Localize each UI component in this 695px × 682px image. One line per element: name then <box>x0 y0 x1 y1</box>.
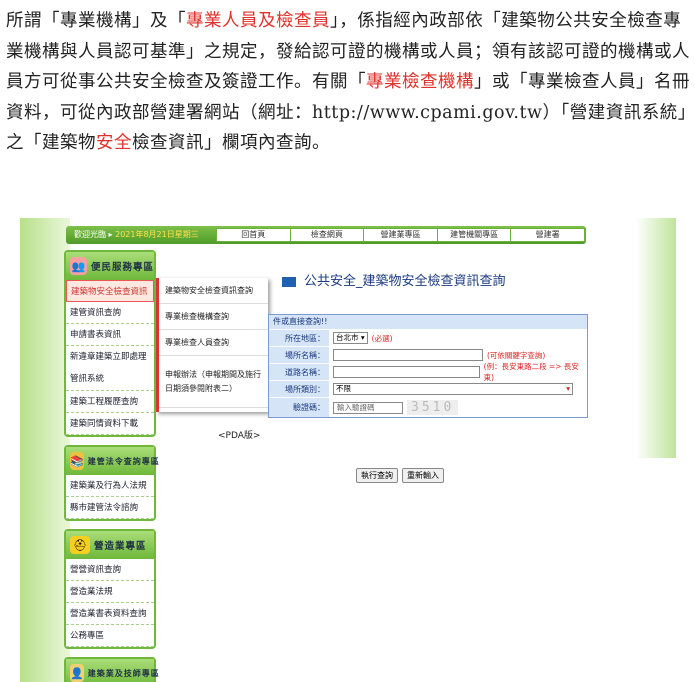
query-form: 件或直接查詢!! 所在地區： 台北市 ▾ (必選) 場所名稱： (可依關鍵字查詢… <box>268 314 588 418</box>
flyout-item-safety-query[interactable]: 建築物安全檢查資訊查詢 <box>159 278 268 304</box>
pda-link[interactable]: <PDA版> <box>218 428 260 441</box>
place-name-input[interactable] <box>333 349 483 361</box>
helmet-icon: ⛑ <box>70 536 90 554</box>
search-button[interactable]: 執行查詢 <box>356 468 398 483</box>
flyout-item-personnel-query[interactable]: 專業檢查人員查詢 <box>159 330 268 356</box>
nav-agency[interactable]: 建管機關專區 <box>438 229 512 241</box>
nav-cpami[interactable]: 營建署 <box>511 229 585 241</box>
keyword-note: (可依關鍵字查詢) <box>487 350 546 360</box>
reset-button[interactable]: 重新輸入 <box>402 468 444 483</box>
sidebar-item-safety-info[interactable]: 建築物安全檢查資訊 <box>66 280 154 302</box>
sidebar-item-project-history[interactable]: 建築工程履歷查詢 <box>66 391 154 413</box>
nav-home[interactable]: 回首頁 <box>217 229 291 241</box>
section-header: 👥 便民服務專區 <box>66 252 154 280</box>
top-bar: 歡迎光臨 ▸ 2021年8月21日星期三 回首頁 檢查網頁 營建業專區 建管機關… <box>66 226 586 244</box>
sidebar-item-construction-forms[interactable]: 營造業書表資料查詢 <box>66 603 154 625</box>
section-header: ⛑ 營造業專區 <box>66 531 154 559</box>
sidebar-item-local-law[interactable]: 縣市建管法令諮詢 <box>66 497 154 519</box>
sidebar-item-construction-info[interactable]: 營營資訊查詢 <box>66 559 154 581</box>
sidebar-item-illegal-building[interactable]: 新違章建築立即處理管訊系統 <box>66 346 154 391</box>
left-decoration <box>20 218 70 682</box>
right-decoration <box>636 218 676 458</box>
section-architect: 👤 建築業及技師專區 <box>64 657 159 682</box>
category-select[interactable]: 不限 ▾ <box>333 383 573 395</box>
flyout-item-regulation[interactable]: 申報辦法（申報期間及施行日期須參閱附表二） <box>159 356 268 408</box>
row-road-name: 道路名稱： (例：長安東路二段 => 長安東) <box>269 362 587 382</box>
para-highlight-1: 專業人員及檢查員 <box>186 11 330 31</box>
sidebar: 👥 便民服務專區 建築物安全檢查資訊 建管資訊查詢 申請書表資訊 新違章建築立即… <box>64 250 159 682</box>
top-nav: 回首頁 檢查網頁 營建業專區 建管機關專區 營建署 <box>216 228 586 242</box>
section-construction: ⛑ 營造業專區 營營資訊查詢 營造業法規 營造業書表資料查詢 公務專區 <box>64 529 156 649</box>
required-note: (必選) <box>371 333 393 343</box>
category-label: 場所類別： <box>269 381 329 397</box>
section-law: 📚 建管法令查詢專區 建築業及行為人法規 縣市建管法令諮詢 <box>64 445 159 521</box>
road-name-label: 道路名稱： <box>269 364 329 380</box>
road-name-input[interactable] <box>333 366 480 378</box>
sidebar-item-law[interactable]: 建築業及行為人法規 <box>66 475 154 497</box>
website-screenshot: 歡迎光臨 ▸ 2021年8月21日星期三 回首頁 檢查網頁 營建業專區 建管機關… <box>20 218 676 682</box>
page-title: 公共安全_建築物安全檢查資訊查詢 <box>282 270 506 289</box>
form-buttons: 執行查詢 重新輸入 <box>356 468 444 483</box>
nav-construction[interactable]: 營建業專區 <box>364 229 438 241</box>
section-header: 👤 建築業及技師專區 <box>66 659 159 682</box>
para-text-4: 檢查資訊」欄項內查詢。 <box>132 133 330 153</box>
para-text-1: 所謂「專業機構」及「 <box>6 11 186 31</box>
para-highlight-2: 專業檢查機構 <box>366 72 474 92</box>
nav-inspection[interactable]: 檢查網頁 <box>291 229 365 241</box>
captcha-label: 驗證碼： <box>269 398 329 417</box>
sidebar-item-construction-law[interactable]: 營造業法規 <box>66 581 154 603</box>
row-region: 所在地區： 台北市 ▾ (必選) <box>269 329 587 346</box>
flyout-menu: 建築物安全檢查資訊查詢 專業檢查機構查詢 專業檢查人員查詢 申報辦法（申報期間及… <box>156 278 268 412</box>
people-icon: 👥 <box>70 257 87 275</box>
para-highlight-3: 安全 <box>96 133 132 153</box>
section-public-service: 👥 便民服務專區 建築物安全檢查資訊 建管資訊查詢 申請書表資訊 新違章建築立即… <box>64 250 156 437</box>
book-icon: 📚 <box>70 452 84 470</box>
captcha-image: 3510 <box>407 400 459 415</box>
person-icon: 👤 <box>70 664 84 682</box>
place-name-label: 場所名稱： <box>269 347 329 363</box>
sidebar-item-download[interactable]: 建築同情資料下載 <box>66 413 154 435</box>
region-select[interactable]: 台北市 ▾ <box>333 332 368 344</box>
sidebar-item-official[interactable]: 公務專區 <box>66 625 154 647</box>
region-label: 所在地區： <box>269 330 329 346</box>
flyout-item-agency-query[interactable]: 專業檢查機構查詢 <box>159 304 268 330</box>
intro-paragraph: 所謂「專業機構」及「專業人員及檢查員」，係指經內政部依「建築物公共安全檢查專業機… <box>6 6 690 159</box>
row-category: 場所類別： 不限 ▾ <box>269 380 587 397</box>
form-header: 件或直接查詢!! <box>269 315 587 329</box>
road-example-note: (例：長安東路二段 => 長安東) <box>483 362 579 382</box>
row-captcha: 驗證碼： 輸入驗證碼 3510 <box>269 397 587 417</box>
title-icon <box>282 276 296 287</box>
sidebar-item-forms[interactable]: 申請書表資訊 <box>66 324 154 346</box>
captcha-input[interactable]: 輸入驗證碼 <box>333 401 403 414</box>
date-display: 歡迎光臨 ▸ 2021年8月21日星期三 <box>74 230 199 239</box>
section-header: 📚 建管法令查詢專區 <box>66 447 159 475</box>
sidebar-item-building-info[interactable]: 建管資訊查詢 <box>66 302 154 324</box>
